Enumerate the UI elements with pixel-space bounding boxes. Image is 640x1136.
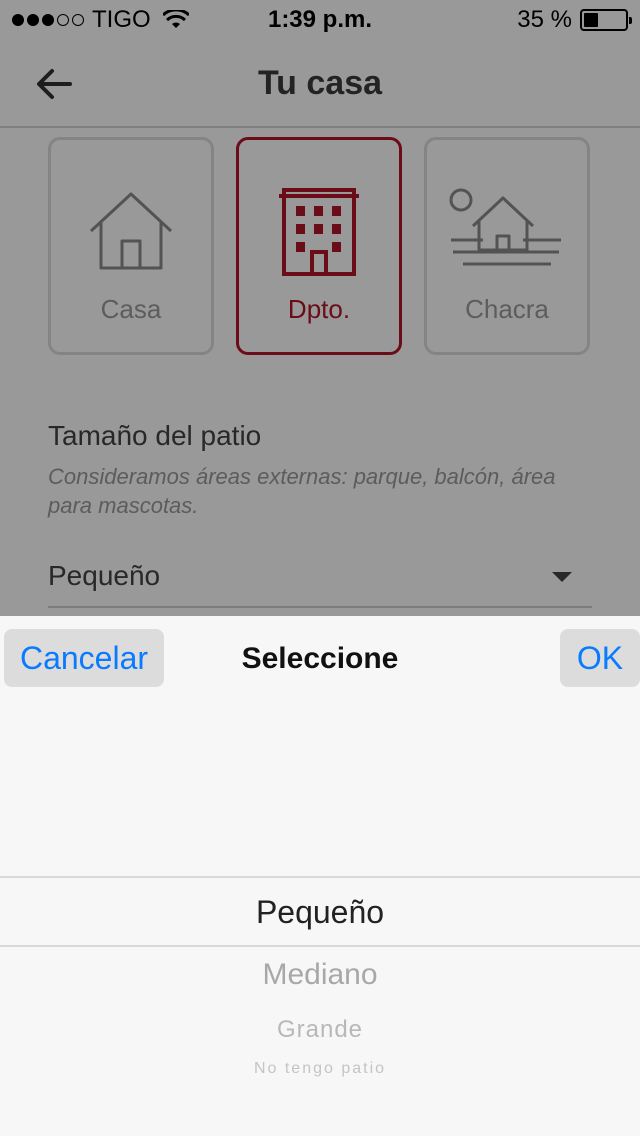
picker-option[interactable]: Mediano (0, 958, 640, 992)
picker-title: Seleccione (241, 642, 399, 675)
picker-selection-line-top (0, 876, 640, 878)
ok-button[interactable]: OK (560, 629, 640, 687)
picker-toolbar: Cancelar Seleccione OK (0, 616, 640, 700)
picker-selection-line-bottom (0, 945, 640, 947)
picker-option-selected[interactable]: Pequeño (0, 894, 640, 931)
picker-option[interactable]: No tengo patio (0, 1060, 640, 1078)
picker-option[interactable]: Grande (0, 1016, 640, 1044)
